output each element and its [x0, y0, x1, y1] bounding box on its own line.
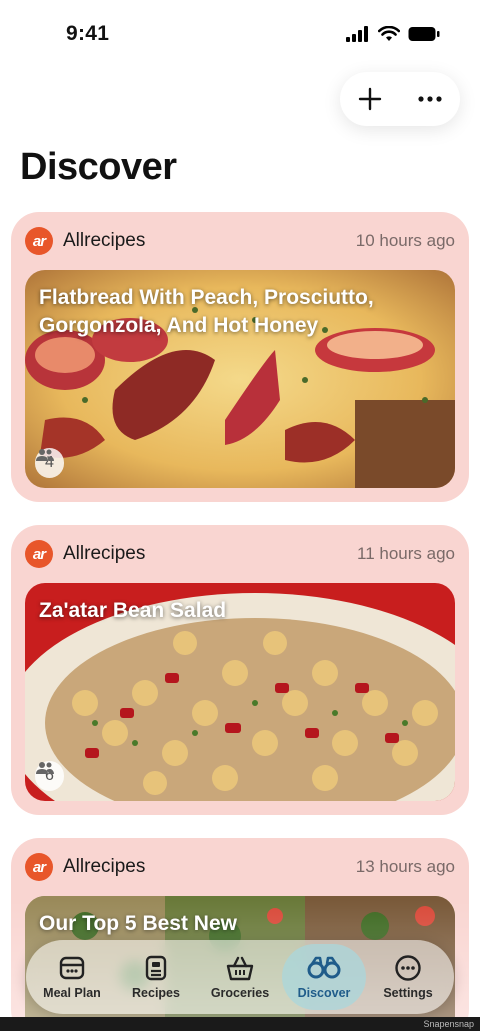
recipes-icon — [145, 955, 167, 981]
recipe-card[interactable]: ar Allrecipes 10 hours ago Flatbread Wit… — [11, 212, 469, 502]
battery-icon — [408, 27, 440, 41]
tab-meal-plan[interactable]: Meal Plan — [30, 944, 114, 1010]
servings-badge: 6 — [35, 761, 64, 791]
tab-label: Recipes — [132, 986, 180, 1000]
recipe-image[interactable]: Za'atar Bean Salad 6 — [25, 583, 455, 801]
watermark: Snapensnap — [423, 1019, 474, 1029]
status-bar: 9:41 — [0, 0, 480, 70]
allrecipes-logo: ar — [25, 227, 53, 255]
status-icons — [346, 26, 440, 42]
source-name: Allrecipes — [63, 230, 146, 251]
card-time: 10 hours ago — [355, 231, 455, 250]
allrecipes-logo: ar — [25, 853, 53, 881]
binoculars-icon — [307, 956, 341, 979]
card-header: ar Allrecipes 13 hours ago — [25, 852, 455, 882]
status-time: 9:41 — [66, 22, 110, 45]
card-time: 13 hours ago — [355, 857, 455, 876]
meal-plan-icon — [59, 956, 85, 980]
card-header: ar Allrecipes 10 hours ago — [25, 226, 455, 256]
recipe-title: Our Top 5 Best New — [39, 912, 237, 935]
recipe-title: Za'atar Bean Salad — [39, 599, 227, 622]
plus-icon — [358, 87, 382, 111]
page-title: Discover — [20, 146, 177, 188]
recipe-image[interactable]: Flatbread With Peach, Prosciutto, Gorgon… — [25, 270, 455, 488]
tab-discover[interactable]: Discover — [282, 944, 366, 1010]
tab-settings[interactable]: Settings — [366, 944, 450, 1010]
source-name: Allrecipes — [63, 856, 146, 877]
tab-bar: Meal Plan Recipes Groceries Discover Set… — [26, 940, 454, 1014]
more-icon — [395, 955, 421, 981]
people-icon — [36, 449, 54, 461]
servings-badge: 4 — [35, 448, 64, 478]
people-icon — [36, 762, 54, 774]
source-name: Allrecipes — [63, 543, 146, 564]
allrecipes-logo: ar — [25, 540, 53, 568]
tab-recipes[interactable]: Recipes — [114, 944, 198, 1010]
tab-label: Discover — [297, 986, 351, 1000]
wifi-icon — [378, 26, 400, 41]
tab-label: Groceries — [210, 986, 270, 1000]
top-actions — [340, 72, 460, 126]
card-header: ar Allrecipes 11 hours ago — [25, 539, 455, 569]
recipe-title: Flatbread With Peach, Prosciutto, Gorgon… — [39, 286, 374, 337]
recipe-card[interactable]: ar Allrecipes 11 hours ago Za'atar Bean … — [11, 525, 469, 815]
add-button[interactable] — [348, 77, 392, 121]
card-time: 11 hours ago — [357, 544, 455, 563]
tab-label: Meal Plan — [43, 986, 101, 1000]
ellipsis-icon — [418, 96, 442, 102]
tab-label: Settings — [383, 986, 433, 1000]
tab-groceries[interactable]: Groceries — [198, 944, 282, 1010]
basket-icon — [226, 956, 254, 981]
cellular-icon — [346, 26, 368, 42]
more-button[interactable] — [408, 77, 452, 121]
footer-strip — [0, 1017, 480, 1031]
